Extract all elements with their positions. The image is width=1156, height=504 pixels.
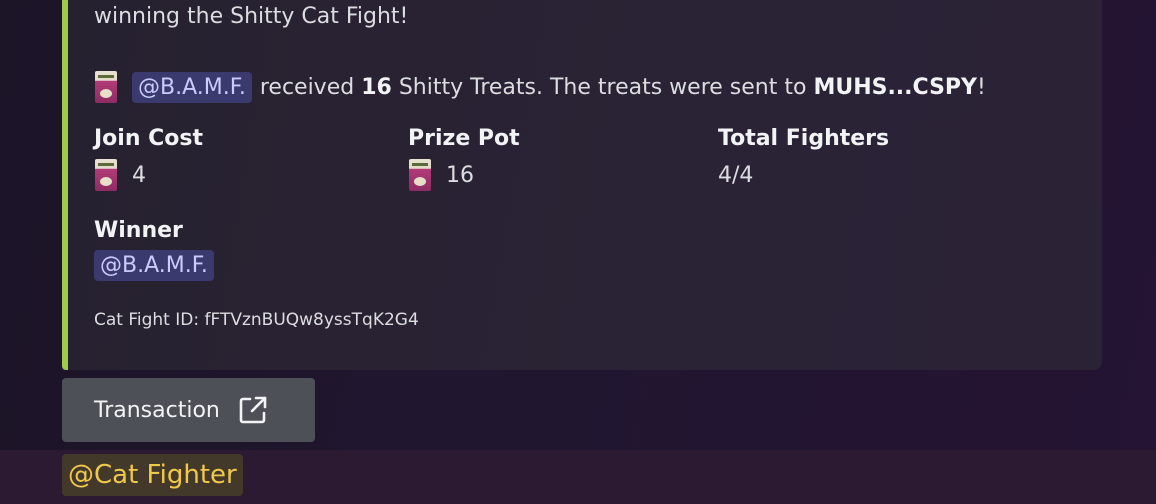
winner-mention[interactable]: @B.A.M.F. [94, 249, 214, 281]
field-name: Prize Pot [408, 126, 520, 151]
field-value: @B.A.M.F. [94, 249, 214, 281]
embed-description: winning the Shitty Cat Fight! [94, 4, 409, 29]
punctuation: ! [976, 74, 986, 100]
embed-accent-bar [62, 0, 68, 370]
shitty-treats-package-icon [408, 159, 432, 191]
field-join-cost: Join Cost 4 [94, 126, 203, 191]
external-link-icon [239, 396, 267, 424]
user-mention[interactable]: @B.A.M.F. [132, 71, 252, 103]
cat-fight-id: Cat Fight ID: fFTVznBUQw8yssTqK2G4 [94, 310, 419, 330]
field-total-fighters: Total Fighters 4/4 [718, 126, 889, 191]
field-value: 4/4 [718, 159, 889, 191]
cat-fighter-mention[interactable]: @Cat Fighter [62, 454, 243, 496]
treat-amount: 16 [361, 74, 392, 100]
transaction-button[interactable]: Transaction [62, 378, 315, 442]
field-prize-pot: Prize Pot 16 [408, 126, 520, 191]
total-fighters-value: 4/4 [718, 162, 754, 188]
join-cost-value: 4 [132, 162, 146, 188]
recipient-address: MUHS...CSPY [813, 74, 977, 100]
transaction-label: Transaction [94, 397, 220, 423]
treats-text: Shitty Treats. The treats were sent to [398, 74, 807, 100]
field-name: Join Cost [94, 126, 204, 151]
field-value: 4 [94, 159, 203, 191]
received-line: @B.A.M.F. received 16 Shitty Treats. The… [94, 68, 986, 106]
received-text: received [259, 74, 355, 100]
field-value: 16 [408, 159, 520, 191]
shitty-treats-package-icon [94, 159, 118, 191]
prize-pot-value: 16 [446, 162, 474, 188]
shitty-treats-package-icon [94, 71, 118, 103]
embed-card: winning the Shitty Cat Fight! @B.A.M.F. … [62, 0, 1102, 370]
field-name: Total Fighters [718, 126, 890, 151]
field-name: Winner [94, 218, 183, 243]
field-winner: Winner @B.A.M.F. [94, 218, 214, 281]
